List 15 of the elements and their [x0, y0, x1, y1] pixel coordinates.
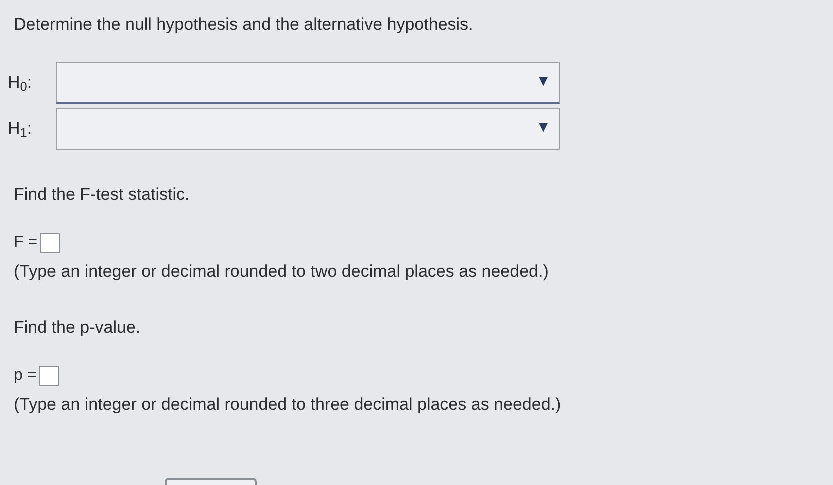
- dropdown[interactable]: ▼: [56, 62, 560, 104]
- hypothesis-label: H$_{1}$:: [8, 118, 34, 142]
- instruction-text: (Type an integer or decimal rounded to three decimal places as needed.): [14, 394, 562, 416]
- dropdown-arrow-icon: ▼: [536, 70, 551, 94]
- answer-label: F =: [14, 233, 38, 253]
- answer-box[interactable]: [40, 233, 60, 253]
- hypothesis-label: H$_{0}$:: [8, 72, 34, 96]
- answer-box[interactable]: [38, 366, 59, 386]
- dropdown[interactable]: ▼: [56, 108, 560, 150]
- answer-label: p =: [14, 366, 37, 386]
- question-text: Determine the null hypothesis and the alternative hypothesis.: [14, 14, 474, 36]
- question-text: Find the p-value.: [14, 316, 142, 338]
- question-text: Find the F-test statistic.: [14, 184, 191, 206]
- instruction-text: (Type an integer or decimal rounded to two decimal places as needed.): [14, 261, 550, 283]
- dropdown-arrow-icon: ▼: [536, 117, 551, 140]
